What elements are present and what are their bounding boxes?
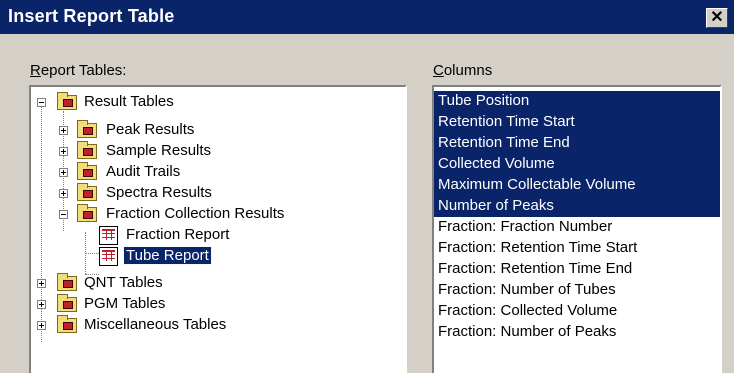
column-item[interactable]: Retention Time End (434, 133, 720, 154)
column-item[interactable]: Retention Time Start (434, 112, 720, 133)
folder-icon (77, 204, 97, 222)
folder-icon (77, 162, 97, 180)
columns-label: Columns (433, 62, 493, 79)
folder-icon (77, 120, 97, 138)
column-item[interactable]: Fraction: Collected Volume (434, 301, 720, 322)
tree-item-pgm-tables[interactable]: PGM Tables (31, 294, 401, 314)
column-item[interactable]: Maximum Collectable Volume (434, 175, 720, 196)
tree-item-result-tables[interactable]: Result Tables (31, 92, 401, 112)
report-tables-tree[interactable]: Result Tables Peak Results Sample Result… (29, 85, 407, 373)
report-table-icon (99, 226, 118, 245)
column-item[interactable]: Collected Volume (434, 154, 720, 175)
tree-item-spectra-results[interactable]: Spectra Results (31, 183, 401, 203)
tree-item-audit-trails[interactable]: Audit Trails (31, 162, 401, 182)
expand-icon[interactable] (59, 126, 68, 135)
folder-icon (77, 141, 97, 159)
folder-icon (57, 294, 77, 312)
title-bar: Insert Report Table ✕ (0, 0, 734, 34)
column-item[interactable]: Fraction: Number of Peaks (434, 322, 720, 343)
expand-icon[interactable] (59, 189, 68, 198)
window-title: Insert Report Table (8, 6, 175, 26)
tree-item-peak-results[interactable]: Peak Results (31, 120, 401, 140)
folder-icon (57, 273, 77, 291)
folder-icon (57, 315, 77, 333)
expand-icon[interactable] (37, 300, 46, 309)
report-table-icon (99, 247, 118, 266)
column-item[interactable]: Fraction: Retention Time End (434, 259, 720, 280)
column-item[interactable]: Number of Peaks (434, 196, 720, 217)
report-tables-label: Report Tables: (30, 62, 127, 79)
tree-item-tube-report[interactable]: Tube Report (31, 246, 401, 266)
columns-list[interactable]: Tube Position Retention Time Start Reten… (432, 85, 722, 373)
folder-icon (77, 183, 97, 201)
column-item[interactable]: Fraction: Fraction Number (434, 217, 720, 238)
column-item[interactable]: Fraction: Retention Time Start (434, 238, 720, 259)
close-button[interactable]: ✕ (706, 8, 728, 28)
expand-icon[interactable] (59, 168, 68, 177)
close-icon: ✕ (710, 9, 724, 26)
tree-item-fraction-report[interactable]: Fraction Report (31, 225, 401, 245)
tree-item-fraction-collection-results[interactable]: Fraction Collection Results (31, 204, 401, 224)
collapse-icon[interactable] (59, 210, 68, 219)
selected-item-label: Tube Report (123, 246, 212, 265)
expand-icon[interactable] (59, 147, 68, 156)
tree-item-sample-results[interactable]: Sample Results (31, 141, 401, 161)
column-item[interactable]: Fraction: Number of Tubes (434, 280, 720, 301)
expand-icon[interactable] (37, 321, 46, 330)
expand-icon[interactable] (37, 279, 46, 288)
column-item[interactable]: Tube Position (434, 91, 720, 112)
tree-item-qnt-tables[interactable]: QNT Tables (31, 273, 401, 293)
tree-item-miscellaneous-tables[interactable]: Miscellaneous Tables (31, 315, 401, 335)
collapse-icon[interactable] (37, 98, 46, 107)
folder-icon (57, 92, 77, 110)
